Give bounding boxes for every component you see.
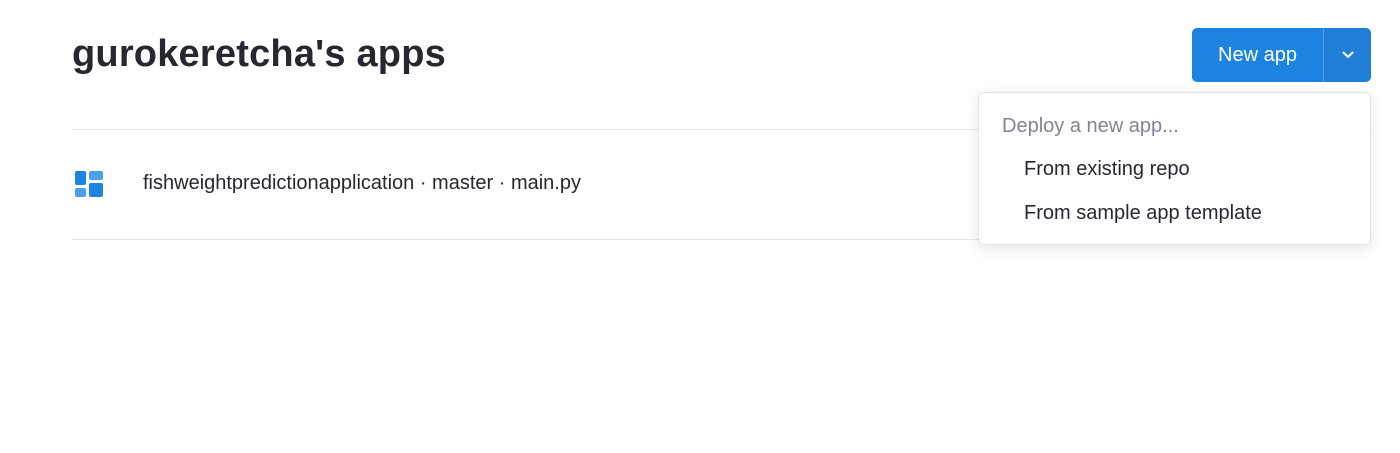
dashboard-icon <box>75 171 103 197</box>
new-app-dropdown-menu: Deploy a new app... From existing repo F… <box>978 92 1371 245</box>
apps-page: gurokeretcha's apps New app fishweightpr… <box>0 0 1400 453</box>
chevron-down-icon <box>1342 51 1353 58</box>
menu-item-from-sample-template[interactable]: From sample app template <box>1024 202 1262 225</box>
app-list-item[interactable]: fishweightpredictionapplication · master… <box>72 130 972 239</box>
new-app-dropdown-toggle[interactable] <box>1323 28 1371 82</box>
new-app-button[interactable]: New app <box>1192 28 1323 82</box>
menu-item-from-existing-repo[interactable]: From existing repo <box>1024 158 1190 181</box>
app-label[interactable]: fishweightpredictionapplication · master… <box>143 172 581 195</box>
page-title: gurokeretcha's apps <box>72 33 446 75</box>
new-app-split-button: New app <box>1192 28 1371 82</box>
dropdown-header: Deploy a new app... <box>1002 115 1179 137</box>
